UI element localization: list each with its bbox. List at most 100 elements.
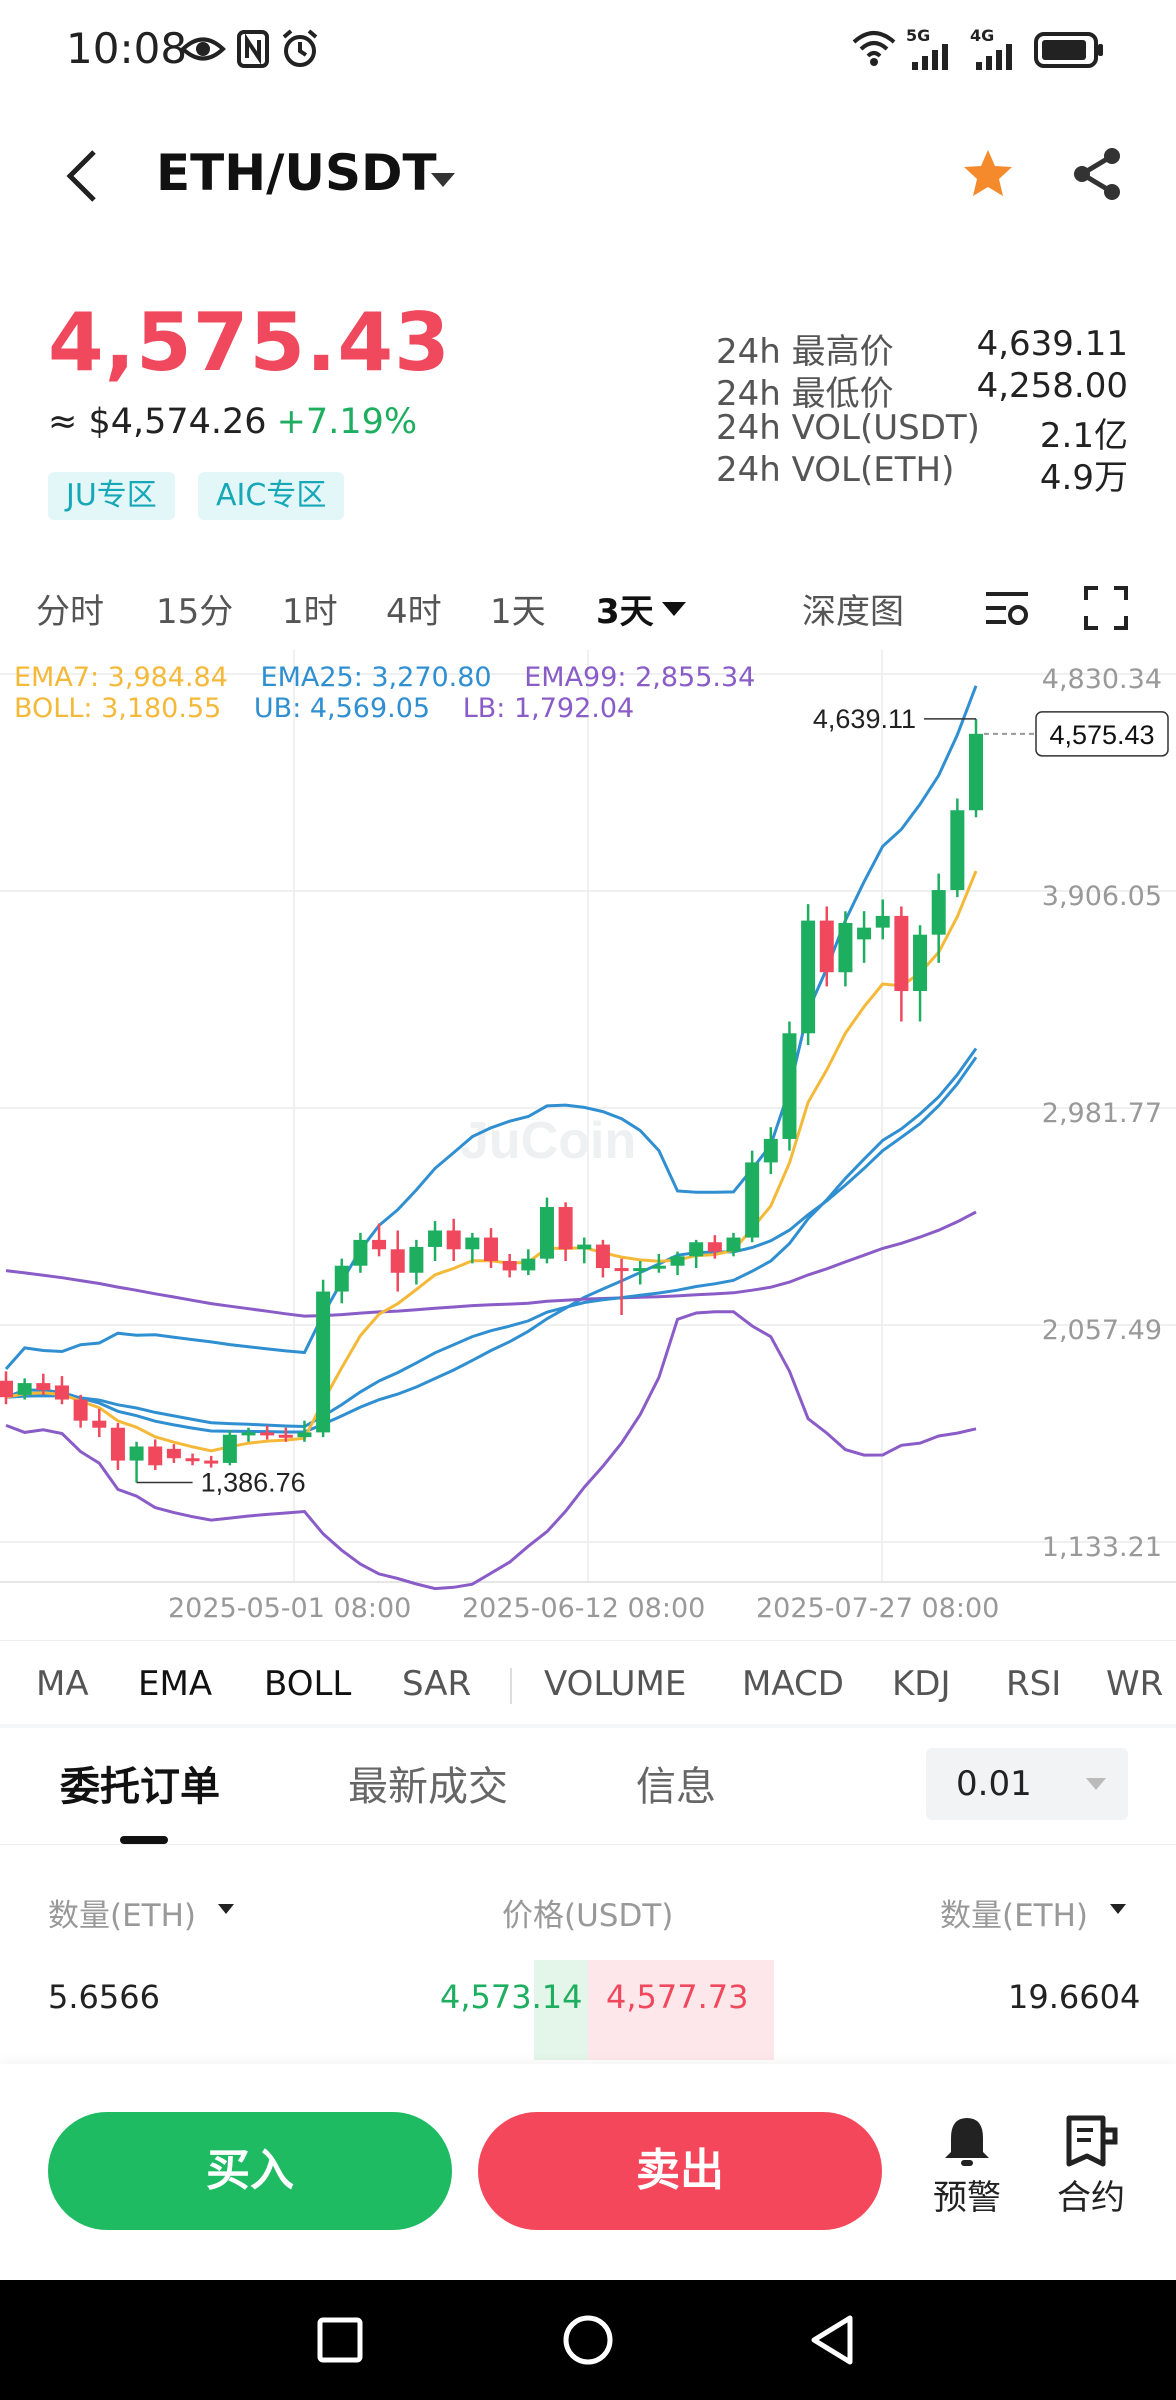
candle-body	[278, 1434, 293, 1438]
candle	[614, 1258, 629, 1316]
candle	[185, 1453, 200, 1466]
indicator-tab-ema[interactable]: EMA	[138, 1664, 212, 1704]
candle	[465, 1232, 480, 1264]
back-nav-icon[interactable]	[808, 2314, 856, 2366]
bid-price[interactable]: 4,573.14	[440, 1978, 583, 2016]
candle	[110, 1423, 125, 1470]
battery-icon	[1034, 32, 1103, 68]
candle-body	[222, 1434, 237, 1463]
candle-body	[689, 1242, 704, 1257]
period-tab-15m[interactable]: 15分	[156, 584, 233, 633]
candle	[428, 1221, 443, 1262]
period-dropdown-icon[interactable]	[660, 600, 688, 618]
precision-select[interactable]: 0.01	[926, 1748, 1128, 1820]
candle	[857, 911, 872, 963]
home-icon[interactable]	[562, 2314, 614, 2366]
period-tab-1h[interactable]: 1时	[282, 584, 338, 633]
tab-order-book[interactable]: 委托订单	[60, 1754, 220, 1812]
candle-body	[857, 927, 872, 940]
candle	[969, 718, 983, 818]
indicator-tab-boll[interactable]: BOLL	[264, 1664, 351, 1704]
indicator-tab-sar[interactable]: SAR	[402, 1664, 471, 1704]
candle-body	[801, 920, 816, 1034]
high-price-marker: 4,639.11	[813, 704, 916, 734]
candle	[819, 906, 834, 987]
tab-latest-trades[interactable]: 最新成交	[348, 1754, 508, 1812]
bid-quantity[interactable]: 5.6566	[48, 1978, 160, 2016]
candle	[838, 911, 853, 987]
indicator-tab-ma[interactable]: MA	[36, 1664, 89, 1704]
caret-down-icon[interactable]	[216, 1902, 236, 1916]
candle-body	[372, 1239, 387, 1250]
recent-apps-icon[interactable]	[316, 2316, 364, 2364]
candle	[390, 1230, 405, 1292]
chart-settings-icon[interactable]	[984, 586, 1030, 630]
y-axis-tick: 2,057.49	[1041, 1315, 1162, 1346]
candle	[931, 873, 946, 963]
indicator-tab-wr[interactable]: WR	[1106, 1664, 1163, 1704]
period-tab-4h[interactable]: 4时	[386, 584, 442, 633]
indicator-tab-macd[interactable]: MACD	[742, 1664, 844, 1704]
last-price: 4,575.43	[48, 296, 451, 389]
candle	[0, 1371, 13, 1405]
fullscreen-icon[interactable]	[1084, 586, 1128, 630]
period-tab-1d[interactable]: 1天	[490, 584, 546, 633]
candle-body	[185, 1458, 200, 1462]
candle	[521, 1249, 536, 1276]
x-axis-tick: 2025-06-12 08:00	[462, 1593, 706, 1624]
candle-body	[539, 1207, 554, 1259]
orderbook-header-bid-qty[interactable]: 数量(ETH)	[48, 1890, 196, 1935]
candle-body	[931, 890, 946, 935]
change-percent: +7.19%	[276, 402, 418, 442]
ask-price[interactable]: 4,577.73	[606, 1978, 749, 2016]
kline-chart-canvas[interactable]: JuCoin 4,639.11 1,386.76 4,575.43	[0, 650, 1176, 1590]
candle-body	[670, 1256, 685, 1266]
candle	[316, 1279, 331, 1438]
caret-down-icon[interactable]	[1108, 1902, 1128, 1916]
candle-body	[763, 1138, 778, 1163]
candle-body	[446, 1230, 461, 1250]
candle-body	[129, 1446, 144, 1461]
tab-info[interactable]: 信息	[636, 1754, 716, 1812]
signal-icon	[912, 44, 948, 70]
candle	[372, 1223, 387, 1257]
active-tab-indicator	[120, 1836, 168, 1844]
pair-title[interactable]: ETH/USDT	[156, 144, 437, 202]
candle-body	[875, 915, 890, 928]
candle-body	[521, 1258, 536, 1271]
depth-chart-tab[interactable]: 深度图	[802, 584, 904, 633]
kline-chart[interactable]: JuCoin 4,639.11 1,386.76 4,575.43	[0, 650, 1176, 1590]
indicator-tab-volume[interactable]: VOLUME	[544, 1664, 686, 1704]
candle	[502, 1253, 517, 1278]
back-arrow-icon[interactable]	[60, 146, 106, 206]
candle-body	[745, 1162, 760, 1238]
candle	[148, 1439, 163, 1470]
boll-lb-value: LB: 1,792.04	[462, 693, 635, 724]
period-tab-timeshare[interactable]: 分时	[36, 584, 104, 633]
zone-tag-ju[interactable]: JU专区	[48, 472, 175, 520]
ask-quantity[interactable]: 19.6604	[1008, 1978, 1140, 2016]
y-axis-tick: 3,906.05	[1041, 881, 1162, 912]
alert-button[interactable]: 预警	[912, 2112, 1022, 2219]
candle-body	[969, 733, 983, 811]
star-icon[interactable]	[960, 146, 1016, 202]
ema99-value: EMA99: 2,855.34	[524, 662, 756, 693]
alert-label: 预警	[933, 2178, 1001, 2218]
share-icon[interactable]	[1070, 146, 1126, 202]
sell-button[interactable]: 卖出	[478, 2112, 882, 2230]
dropdown-caret-icon[interactable]	[428, 170, 458, 190]
indicator-tab-kdj[interactable]: KDJ	[892, 1664, 951, 1704]
zone-tag-aic[interactable]: AIC专区	[198, 472, 345, 520]
contract-button[interactable]: 合约	[1036, 2112, 1146, 2219]
candle-body	[913, 934, 928, 992]
contract-label: 合约	[1057, 2178, 1125, 2218]
candle	[539, 1197, 554, 1264]
indicator-tab-rsi[interactable]: RSI	[1006, 1664, 1061, 1704]
period-tab-3d[interactable]: 3天	[596, 584, 654, 633]
buy-button[interactable]: 买入	[48, 2112, 452, 2230]
candle	[241, 1427, 256, 1442]
price-markers: 4,639.11 1,386.76 4,575.43	[136, 704, 1169, 1497]
section-divider	[0, 1724, 1176, 1728]
candle	[689, 1239, 704, 1269]
orderbook-header-ask-qty[interactable]: 数量(ETH)	[940, 1890, 1088, 1935]
